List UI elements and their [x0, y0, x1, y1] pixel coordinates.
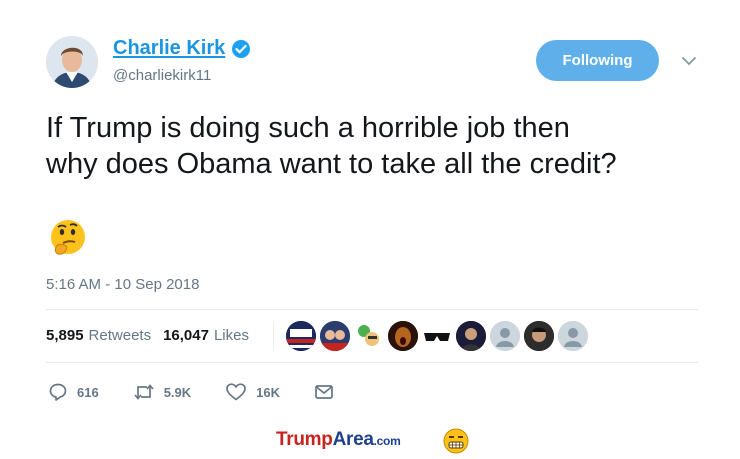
following-button[interactable]: Following	[536, 40, 659, 81]
author-avatar[interactable]	[46, 36, 98, 88]
engagement-stats: 5,895 Retweets 16,047 Likes	[46, 327, 261, 344]
heart-icon	[226, 383, 247, 401]
chevron-down-icon[interactable]	[681, 54, 697, 66]
verified-badge-icon	[231, 39, 251, 59]
retweets-count: 5,895	[46, 327, 84, 344]
envelope-icon	[315, 385, 333, 399]
retweets-stat[interactable]: 5,895 Retweets	[46, 327, 151, 344]
thinking-face-emoji-icon	[48, 218, 88, 258]
trumparea-logo: TrumpArea.com	[276, 429, 401, 451]
grimacing-face-icon	[443, 428, 469, 454]
liker-avatar[interactable]	[388, 321, 418, 351]
stats-separator	[273, 321, 274, 351]
tweet-text-line-2: why does Obama want to take all the cred…	[46, 148, 617, 180]
logo-tld: .com	[373, 434, 401, 448]
tweet-timestamp[interactable]: 5:16 AM - 10 Sep 2018	[46, 276, 199, 293]
like-count: 16K	[256, 384, 281, 400]
liker-avatar[interactable]	[490, 321, 520, 351]
liker-avatar[interactable]	[524, 321, 554, 351]
reply-icon	[49, 383, 67, 401]
author-handle[interactable]: @charliekirk11	[113, 67, 211, 84]
logo-area: Area	[332, 429, 374, 450]
likes-stat[interactable]: 16,047 Likes	[163, 327, 249, 344]
retweets-label: Retweets	[88, 327, 152, 344]
liker-avatars	[286, 321, 592, 351]
liker-avatar[interactable]	[558, 321, 588, 351]
liker-avatar[interactable]	[354, 321, 384, 351]
direct-message-button[interactable]	[314, 383, 343, 401]
retweet-count: 5.9K	[163, 384, 192, 400]
like-button[interactable]: 16K	[225, 382, 280, 402]
liker-avatar[interactable]	[456, 321, 486, 351]
tweet-text-line-1: If Trump is doing such a horrible job th…	[46, 112, 570, 144]
liker-avatar[interactable]	[286, 321, 316, 351]
retweet-button[interactable]: 5.9K	[133, 382, 191, 402]
tweet-text: If Trump is doing such a horrible job th…	[46, 110, 706, 182]
divider	[46, 309, 698, 310]
likes-count: 16,047	[163, 327, 209, 344]
liker-avatar[interactable]	[422, 321, 452, 351]
reply-count: 616	[77, 384, 99, 400]
likes-label: Likes	[213, 327, 249, 344]
reply-button[interactable]: 616	[48, 382, 99, 402]
liker-avatar[interactable]	[320, 321, 350, 351]
divider	[46, 362, 698, 363]
retweet-icon	[134, 384, 154, 400]
author-name[interactable]: Charlie Kirk	[113, 37, 225, 60]
tweet-actions: 616 5.9K 16K	[48, 382, 377, 402]
logo-trump: Trump	[276, 429, 333, 450]
